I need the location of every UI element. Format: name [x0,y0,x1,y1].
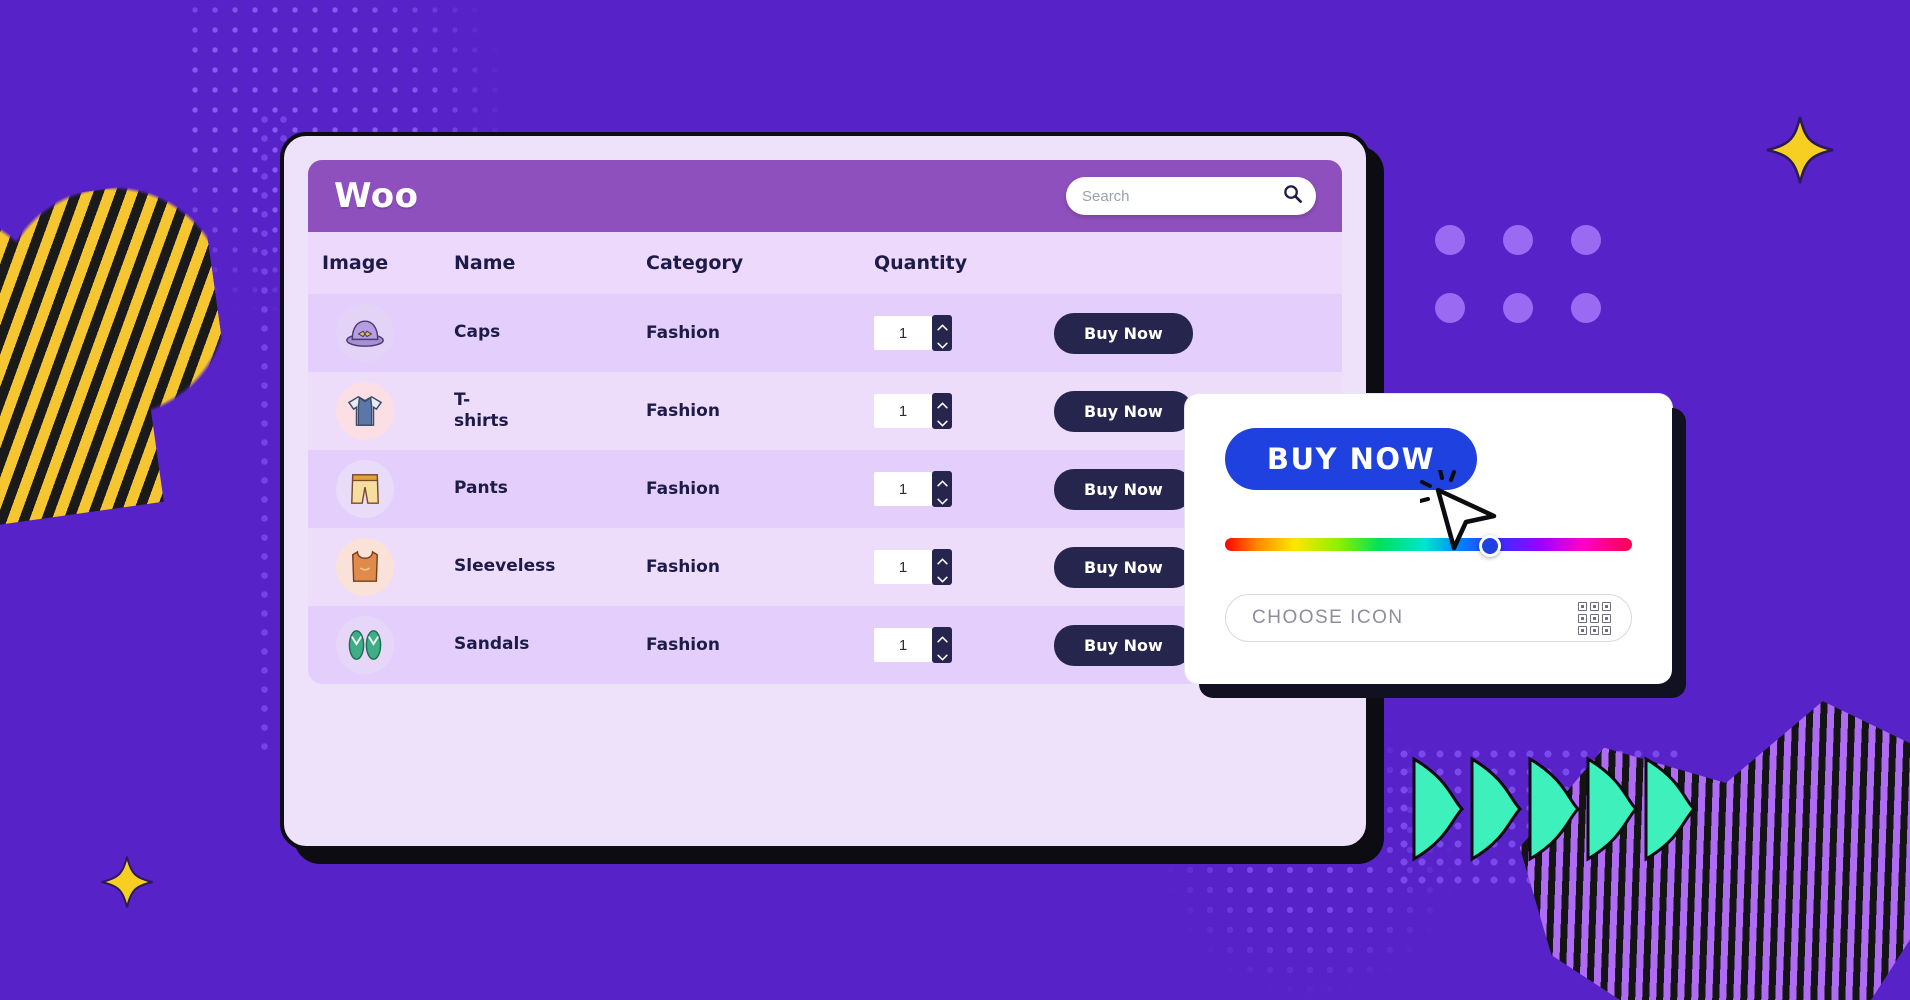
shorts-icon [336,460,394,518]
column-header-name: Name [454,252,516,274]
search-box[interactable] [1066,177,1316,215]
quantity-spinner[interactable] [932,627,952,663]
sun-hat-icon [336,304,394,362]
column-header-image: Image [322,252,389,274]
chevron-down-icon[interactable] [936,336,948,354]
buy-now-button[interactable]: Buy Now [1054,624,1193,666]
buy-now-button[interactable]: Buy Now [1054,468,1193,510]
quantity-value[interactable]: 1 [874,628,932,662]
striped-heart-purple-decoration [1503,680,1910,1000]
quantity-stepper[interactable]: 1 [874,393,1054,429]
halftone-dots-behind-arrows [1395,745,1685,885]
mouse-pointer-icon [1418,468,1510,565]
action-cell: Buy Now [1054,312,1342,354]
tshirt-icon [336,382,394,440]
product-name: Pants [454,478,508,499]
product-name: T- shirts [454,389,509,431]
mint-arrows-decoration [1410,755,1696,863]
search-icon[interactable] [1283,184,1302,208]
product-category: Fashion [646,323,720,343]
product-category: Fashion [646,479,720,499]
quantity-stepper[interactable]: 1 [874,549,1054,585]
quantity-stepper[interactable]: 1 [874,471,1054,507]
product-name: Caps [454,322,501,343]
product-category: Fashion [646,401,720,421]
column-header-category: Category [646,252,744,274]
chevron-down-icon[interactable] [936,492,948,510]
product-name: Sandals [454,634,530,655]
chevron-up-icon[interactable] [936,474,948,492]
brand-logo: Woo [334,176,419,216]
quantity-spinner[interactable] [932,393,952,429]
product-image-cell [322,382,454,440]
search-input[interactable] [1082,187,1300,205]
quantity-stepper[interactable]: 1 [874,315,1054,351]
page-background: Woo Image Name Category Quantity [0,0,1910,1000]
tanktop-icon [336,538,394,596]
quantity-value[interactable]: 1 [874,550,932,584]
product-category: Fashion [646,557,720,577]
table-row[interactable]: Caps Fashion 1 Buy Now [308,294,1342,372]
choose-icon-label: CHOOSE ICON [1252,607,1404,628]
product-category: Fashion [646,635,720,655]
product-image-cell [322,538,454,596]
dot-grid-decoration [1435,225,1601,323]
table-header-row: Image Name Category Quantity [308,232,1342,294]
choose-icon-field[interactable]: CHOOSE ICON [1225,594,1632,642]
buy-now-button[interactable]: Buy Now [1054,312,1193,354]
chevron-up-icon[interactable] [936,552,948,570]
quantity-spinner[interactable] [932,471,952,507]
product-name: Sleeveless [454,556,556,577]
quantity-stepper[interactable]: 1 [874,627,1054,663]
buy-now-button[interactable]: Buy Now [1054,546,1193,588]
chevron-down-icon[interactable] [936,570,948,588]
chevron-up-icon[interactable] [936,318,948,336]
app-header: Woo [308,160,1342,232]
quantity-spinner[interactable] [932,549,952,585]
chevron-up-icon[interactable] [936,630,948,648]
chevron-up-icon[interactable] [936,396,948,414]
quantity-value[interactable]: 1 [874,472,932,506]
column-header-quantity: Quantity [874,252,968,274]
product-image-cell [322,616,454,674]
buy-now-button[interactable]: Buy Now [1054,390,1193,432]
striped-heart-yellow-decoration [0,175,258,645]
flipflops-icon [336,616,394,674]
sparkle-star-icon-small [100,855,154,909]
chevron-down-icon[interactable] [936,414,948,432]
sparkle-star-icon [1765,115,1835,185]
product-image-cell [322,460,454,518]
product-image-cell [322,304,454,362]
quantity-spinner[interactable] [932,315,952,351]
quantity-value[interactable]: 1 [874,394,932,428]
quantity-value[interactable]: 1 [874,316,932,350]
chevron-down-icon[interactable] [936,648,948,666]
grid-3x3-icon[interactable] [1578,601,1611,635]
